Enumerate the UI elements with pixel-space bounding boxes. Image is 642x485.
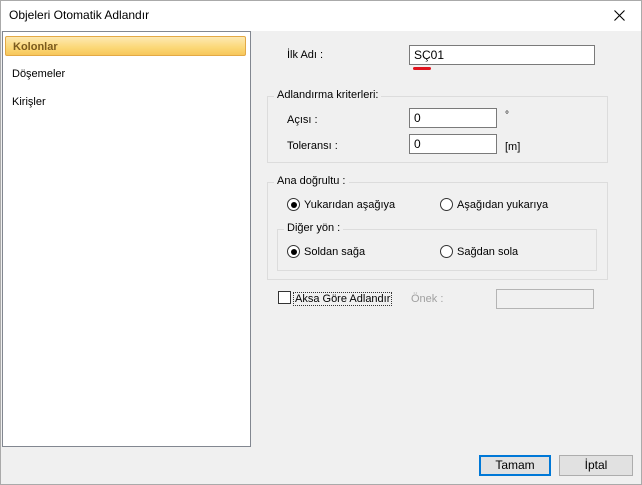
- close-button[interactable]: [596, 0, 642, 31]
- spellcheck-underline: [413, 67, 431, 70]
- radio-left-right-label[interactable]: Soldan sağa: [304, 246, 365, 258]
- close-icon: [613, 10, 625, 21]
- radio-bottom-up[interactable]: [440, 198, 453, 211]
- axis-naming-label[interactable]: Aksa Göre Adlandır: [293, 292, 393, 306]
- radio-right-left[interactable]: [440, 245, 453, 258]
- ok-button[interactable]: Tamam: [479, 455, 551, 476]
- radio-left-right[interactable]: [287, 245, 300, 258]
- list-item-dosemeler[interactable]: Döşemeler: [5, 64, 246, 84]
- radio-right-left-label[interactable]: Sağdan sola: [457, 246, 518, 258]
- tolerance-unit: [m]: [505, 141, 521, 153]
- angle-input[interactable]: 0: [409, 108, 497, 128]
- criteria-group-title: Adlandırma kriterleri:: [274, 89, 382, 101]
- list-item-kolonlar[interactable]: Kolonlar: [5, 36, 246, 56]
- prefix-input[interactable]: [496, 289, 594, 309]
- cancel-button[interactable]: İptal: [559, 455, 633, 476]
- radio-top-down-label[interactable]: Yukarıdan aşağıya: [304, 199, 395, 211]
- angle-unit: °: [505, 110, 509, 121]
- first-name-input[interactable]: SÇ01: [409, 45, 595, 65]
- radio-bottom-up-label[interactable]: Aşağıdan yukarıya: [457, 199, 548, 211]
- object-type-list[interactable]: Kolonlar Döşemeler Kirişler: [2, 31, 251, 447]
- other-direction-title: Diğer yön :: [284, 222, 344, 234]
- radio-top-down[interactable]: [287, 198, 300, 211]
- axis-naming-checkbox[interactable]: [278, 291, 291, 304]
- title-bar: Objeleri Otomatik Adlandır: [0, 0, 642, 31]
- window-title: Objeleri Otomatik Adlandır: [9, 8, 150, 22]
- prefix-label: Önek :: [411, 293, 444, 305]
- angle-label: Açısı :: [287, 114, 318, 126]
- first-name-label: İlk Adı :: [287, 49, 324, 61]
- list-item-kirisler[interactable]: Kirişler: [5, 92, 246, 112]
- tolerance-input[interactable]: 0: [409, 134, 497, 154]
- tolerance-label: Toleransı :: [287, 140, 338, 152]
- main-direction-title: Ana doğrultu :: [274, 175, 349, 187]
